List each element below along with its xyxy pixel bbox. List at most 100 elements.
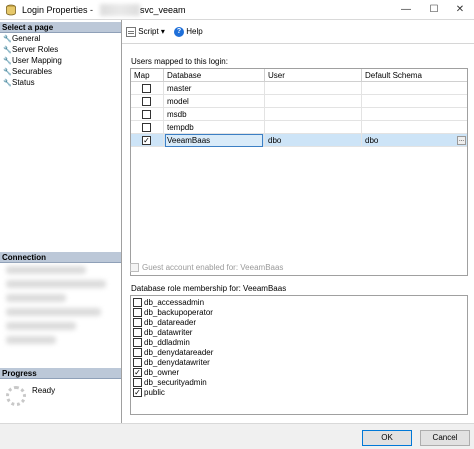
role-name: db_denydatawriter (144, 358, 210, 367)
user-cell[interactable] (265, 108, 362, 121)
role-membership-label: Database role membership for: VeeamBaas (131, 284, 287, 293)
help-label: Help (186, 27, 203, 37)
list-item[interactable]: db_denydatareader (133, 348, 213, 358)
users-mapped-label: Users mapped to this login: (131, 57, 228, 66)
role-name: db_backupoperator (144, 308, 213, 317)
role-checkbox[interactable] (133, 328, 142, 338)
schema-cell[interactable]: dbo ... (362, 134, 467, 147)
role-name: db_securityadmin (144, 378, 207, 387)
column-header-user[interactable]: User (265, 69, 362, 82)
page-item-user-mapping[interactable]: 🔧User Mapping (3, 56, 62, 66)
page-item-securables[interactable]: 🔧Securables (3, 67, 52, 77)
database-cell: tempdb (164, 121, 265, 134)
role-checkbox[interactable] (133, 358, 142, 368)
role-name: public (144, 388, 165, 397)
minimize-button[interactable]: — (392, 0, 420, 20)
list-item[interactable]: db_accessadmin (133, 298, 204, 308)
schema-cell[interactable] (362, 95, 467, 108)
cancel-button[interactable]: Cancel (420, 430, 470, 446)
role-checkbox[interactable] (133, 298, 142, 308)
schema-cell[interactable] (362, 121, 467, 134)
role-checkbox[interactable] (133, 308, 142, 318)
map-checkbox[interactable] (142, 84, 151, 93)
page-item-label: Securables (12, 67, 53, 76)
script-button[interactable]: Script ▾ (126, 27, 165, 39)
role-name: db_owner (144, 368, 180, 377)
select-page-header: Select a page (0, 22, 121, 33)
map-cell (131, 82, 164, 95)
wrench-icon: 🔧 (3, 69, 12, 76)
user-cell[interactable] (265, 95, 362, 108)
left-pane: Select a page 🔧General 🔧Server Roles 🔧Us… (0, 20, 122, 423)
role-checkbox-checked[interactable]: ✓ (133, 368, 142, 378)
list-item[interactable]: db_datareader (133, 318, 196, 328)
dialog-footer: OK Cancel (0, 423, 474, 449)
page-item-label: Status (12, 78, 35, 87)
schema-value: dbo (365, 136, 379, 145)
chevron-down-icon[interactable]: ▾ (161, 27, 165, 36)
list-item[interactable]: db_backupoperator (133, 308, 213, 318)
map-checkbox[interactable] (142, 110, 151, 119)
role-name: db_denydatareader (144, 348, 214, 357)
help-icon: ? (174, 27, 184, 37)
database-cell: model (164, 95, 265, 108)
database-cell: VeeamBaas (164, 134, 265, 147)
guest-label: Guest account enabled for: VeeamBaas (142, 263, 284, 272)
column-header-database[interactable]: Database (164, 69, 265, 82)
list-item[interactable]: db_datawriter (133, 328, 192, 338)
role-name: db_ddladmin (144, 338, 190, 347)
help-button[interactable]: ? Help (174, 27, 203, 39)
role-checkbox[interactable] (133, 318, 142, 328)
page-item-label: General (12, 34, 41, 43)
table-row-selected[interactable]: ✓ VeeamBaas dbo dbo ... (131, 134, 467, 147)
title-bar: Login Properties - svc_veeam — ☐ ✕ (0, 0, 474, 20)
user-cell[interactable] (265, 82, 362, 95)
map-checkbox[interactable] (142, 97, 151, 106)
page-item-general[interactable]: 🔧General (3, 34, 40, 44)
script-label: Script (138, 27, 159, 37)
list-item[interactable]: ✓ public (133, 388, 165, 398)
role-checkbox-checked[interactable]: ✓ (133, 388, 142, 398)
table-row[interactable]: model (131, 95, 467, 108)
database-name: VeeamBaas (167, 136, 211, 145)
table-row[interactable]: msdb (131, 108, 467, 121)
redacted-server-name (100, 4, 140, 16)
table-row[interactable]: master (131, 82, 467, 95)
user-mapping-grid: Map Database User Default Schema master … (130, 68, 468, 276)
page-item-status[interactable]: 🔧Status (3, 78, 35, 88)
connection-header: Connection (0, 252, 121, 263)
redacted-connection-info (6, 266, 116, 356)
column-header-map[interactable]: Map (131, 69, 164, 82)
browse-schema-button[interactable]: ... (457, 136, 466, 145)
progress-status: Ready (32, 386, 56, 395)
guest-checkbox-disabled (130, 263, 139, 273)
map-checkbox[interactable] (142, 123, 151, 132)
map-checkbox-checked[interactable]: ✓ (142, 136, 151, 145)
role-checkbox[interactable] (133, 378, 142, 388)
schema-cell[interactable] (362, 82, 467, 95)
maximize-button[interactable]: ☐ (420, 0, 448, 20)
page-item-server-roles[interactable]: 🔧Server Roles (3, 45, 58, 55)
guest-account-option: Guest account enabled for: VeeamBaas (130, 263, 284, 273)
ok-button[interactable]: OK (362, 430, 412, 446)
column-header-default-schema[interactable]: Default Schema (362, 69, 467, 82)
database-cell: msdb (164, 108, 265, 121)
user-cell[interactable]: dbo (265, 134, 362, 147)
list-item[interactable]: db_ddladmin (133, 338, 190, 348)
role-name: db_accessadmin (144, 298, 205, 307)
list-item[interactable]: db_securityadmin (133, 378, 207, 388)
wrench-icon: 🔧 (3, 80, 12, 87)
database-icon (6, 4, 16, 16)
close-button[interactable]: ✕ (446, 0, 474, 20)
list-item[interactable]: ✓ db_owner (133, 368, 179, 378)
map-cell: ✓ (131, 134, 164, 147)
role-checkbox[interactable] (133, 348, 142, 358)
role-checkbox[interactable] (133, 338, 142, 348)
list-item[interactable]: db_denydatawriter (133, 358, 210, 368)
window-title: Login Properties - (22, 5, 94, 15)
table-row[interactable]: tempdb (131, 121, 467, 134)
role-membership-list: db_accessadmin db_backupoperator db_data… (130, 295, 468, 415)
user-cell[interactable] (265, 121, 362, 134)
login-name: svc_veeam (140, 5, 186, 15)
schema-cell[interactable] (362, 108, 467, 121)
